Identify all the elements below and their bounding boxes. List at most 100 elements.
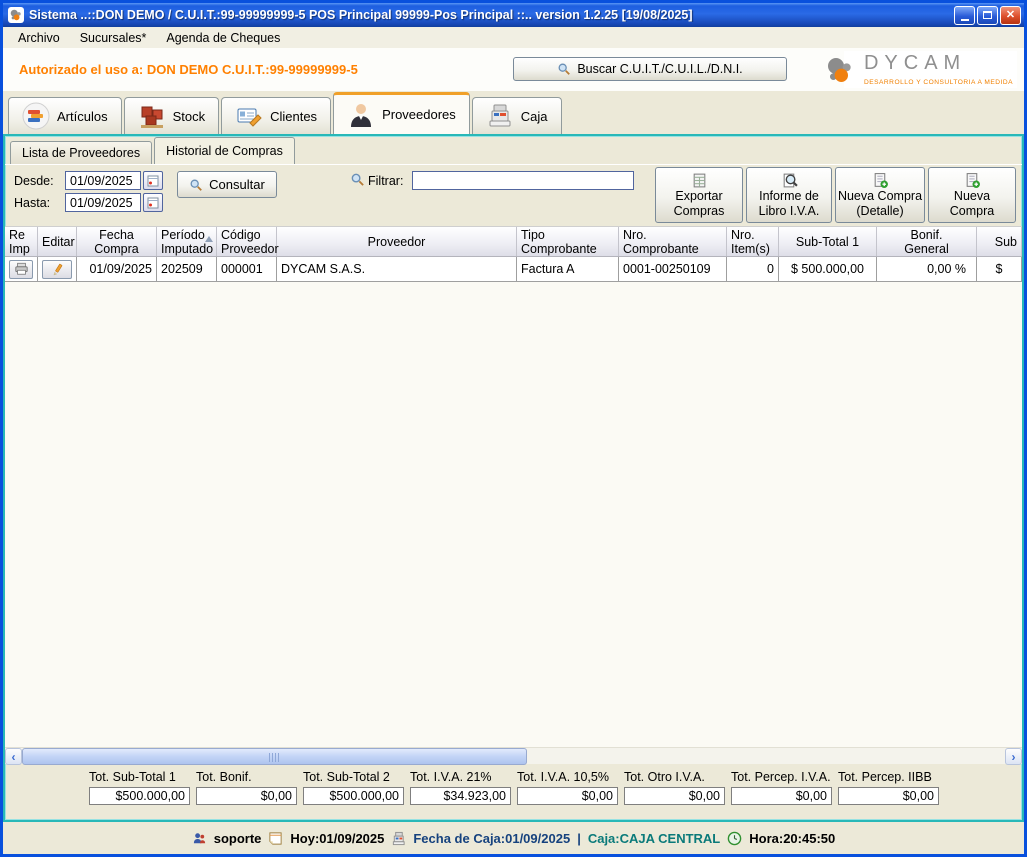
clock-icon	[727, 831, 742, 846]
table-header-row: ReImp Editar FechaCompra PeríodoImputado…	[5, 226, 1022, 257]
column-header-codigo-proveedor[interactable]: CódigoProveedor	[217, 227, 277, 256]
desde-calendar-button[interactable]	[143, 171, 163, 190]
total-label: Tot. Sub-Total 1	[89, 770, 190, 784]
title-bar: Sistema ..::DON DEMO / C.U.I.T.:99-99999…	[3, 3, 1024, 27]
export-spreadsheet-icon	[691, 172, 708, 189]
tab-proveedores[interactable]: Proveedores	[333, 92, 470, 134]
desde-input[interactable]	[65, 171, 141, 190]
buscar-cuit-button[interactable]: Buscar C.U.I.T./C.U.I.L./D.N.I.	[513, 57, 787, 81]
informe-libro-iva-button[interactable]: Informe de Libro I.V.A.	[746, 167, 832, 223]
minimize-button[interactable]	[954, 6, 975, 25]
column-header-sub-total-2[interactable]: Sub	[977, 227, 1022, 256]
sort-asc-icon	[205, 236, 213, 242]
purchases-table: ReImp Editar FechaCompra PeríodoImputado…	[5, 226, 1022, 747]
tab-caja[interactable]: Caja	[472, 97, 562, 134]
total-percep-iva-field[interactable]	[731, 787, 832, 805]
hasta-calendar-button[interactable]	[143, 193, 163, 212]
register-icon	[391, 831, 406, 846]
column-header-reimp[interactable]: ReImp	[5, 227, 38, 256]
boxes-icon	[138, 102, 166, 130]
tab-articulos[interactable]: Artículos	[8, 97, 122, 134]
action-label: Compra	[950, 204, 994, 219]
column-header-proveedor[interactable]: Proveedor	[277, 227, 517, 256]
column-header-nro-items[interactable]: Nro.Item(s)	[727, 227, 779, 256]
scroll-right-arrow-icon[interactable]: ›	[1005, 748, 1022, 765]
search-icon	[557, 62, 571, 76]
proveedores-panel: Lista de Proveedores Historial de Compra…	[3, 134, 1024, 822]
action-label: Informe de	[759, 189, 819, 204]
tab-clientes[interactable]: Clientes	[221, 97, 331, 134]
desde-label: Desde:	[14, 174, 54, 188]
printer-icon	[14, 262, 29, 276]
column-header-periodo-imputado[interactable]: PeríodoImputado	[157, 227, 217, 256]
exportar-compras-button[interactable]: Exportar Compras	[655, 167, 743, 223]
pencil-icon	[51, 263, 64, 276]
reprint-button[interactable]	[9, 260, 33, 279]
tab-stock[interactable]: Stock	[124, 97, 220, 134]
column-header-nro-comprobante[interactable]: Nro.Comprobante	[619, 227, 727, 256]
total-percep-iibb-field[interactable]	[838, 787, 939, 805]
total-sub-total-1: Tot. Sub-Total 1	[89, 770, 190, 820]
total-iva-105-field[interactable]	[517, 787, 618, 805]
edit-button[interactable]	[42, 260, 72, 279]
header-strip: Autorizado el uso a: DON DEMO C.U.I.T.:9…	[3, 48, 1024, 91]
sub-tabstrip: Lista de Proveedores Historial de Compra…	[5, 136, 1022, 164]
new-document-icon	[872, 172, 889, 189]
menu-bar: Archivo Sucursales* Agenda de Cheques	[3, 27, 1024, 48]
table-row[interactable]: 01/09/2025 202509 000001 DYCAM S.A.S. Fa…	[5, 257, 1022, 282]
maximize-button[interactable]	[977, 6, 998, 25]
totals-bar: Tot. Sub-Total 1 Tot. Bonif. Tot. Sub-To…	[5, 764, 1022, 820]
nueva-compra-detalle-button[interactable]: Nueva Compra (Detalle)	[835, 167, 925, 223]
total-label: Tot. Sub-Total 2	[303, 770, 404, 784]
table-empty-area	[5, 282, 1022, 747]
column-header-editar[interactable]: Editar	[38, 227, 77, 256]
tab-articulos-label: Artículos	[57, 109, 108, 124]
tab-proveedores-label: Proveedores	[382, 107, 456, 122]
action-label: Nueva Compra	[838, 189, 922, 204]
search-icon	[189, 178, 203, 192]
close-button[interactable]: ✕	[1000, 6, 1021, 25]
column-header-tipo-comprobante[interactable]: TipoComprobante	[517, 227, 619, 256]
menu-sucursales[interactable]: Sucursales*	[70, 28, 157, 48]
total-sub-total-1-field[interactable]	[89, 787, 190, 805]
total-iva-21-field[interactable]	[410, 787, 511, 805]
app-logo-icon	[8, 7, 24, 23]
horizontal-scrollbar[interactable]: ‹ ›	[5, 747, 1022, 764]
action-label: (Detalle)	[856, 204, 903, 219]
scroll-left-arrow-icon[interactable]: ‹	[5, 748, 22, 765]
total-label: Tot. Percep. IIBB	[838, 770, 939, 784]
brand-logo: DYCAM DESARROLLO Y CONSULTORIA A MEDIDA	[844, 51, 1017, 88]
scrollbar-thumb[interactable]	[22, 748, 527, 765]
subtab-lista-proveedores[interactable]: Lista de Proveedores	[10, 141, 152, 164]
total-otro-iva: Tot. Otro I.V.A.	[624, 770, 725, 820]
filtrar-input[interactable]	[412, 171, 634, 190]
nueva-compra-button[interactable]: Nueva Compra	[928, 167, 1016, 223]
menu-archivo[interactable]: Archivo	[8, 28, 70, 48]
total-label: Tot. Otro I.V.A.	[624, 770, 725, 784]
tab-stock-label: Stock	[173, 109, 206, 124]
total-sub-total-2-field[interactable]	[303, 787, 404, 805]
total-otro-iva-field[interactable]	[624, 787, 725, 805]
dycam-logo-icon	[824, 54, 856, 86]
cell-proveedor: DYCAM S.A.S.	[277, 257, 517, 281]
column-header-fecha-compra[interactable]: FechaCompra	[77, 227, 157, 256]
subtab-historial-compras[interactable]: Historial de Compras	[154, 137, 295, 164]
supplier-person-icon	[347, 101, 375, 129]
column-header-sub-total-1[interactable]: Sub-Total 1	[779, 227, 877, 256]
total-bonif-field[interactable]	[196, 787, 297, 805]
hasta-input[interactable]	[65, 193, 141, 212]
menu-agenda-cheques[interactable]: Agenda de Cheques	[156, 28, 290, 48]
report-magnifier-icon	[781, 172, 798, 189]
status-separator: |	[577, 831, 581, 846]
main-tabstrip: Artículos Stock Clientes Proveedores Caj…	[3, 91, 1024, 134]
cell-fecha-compra: 01/09/2025	[77, 257, 157, 281]
tab-clientes-label: Clientes	[270, 109, 317, 124]
subtab-lista-label: Lista de Proveedores	[22, 146, 140, 160]
calendar-icon	[147, 197, 159, 209]
consultar-button[interactable]: Consultar	[177, 171, 277, 198]
tab-caja-label: Caja	[521, 109, 548, 124]
column-header-bonif-general[interactable]: Bonif.General	[877, 227, 977, 256]
consultar-label: Consultar	[209, 177, 265, 192]
total-iva-105: Tot. I.V.A. 10,5%	[517, 770, 618, 820]
cell-sub-total-1: $ 500.000,00	[779, 257, 877, 281]
